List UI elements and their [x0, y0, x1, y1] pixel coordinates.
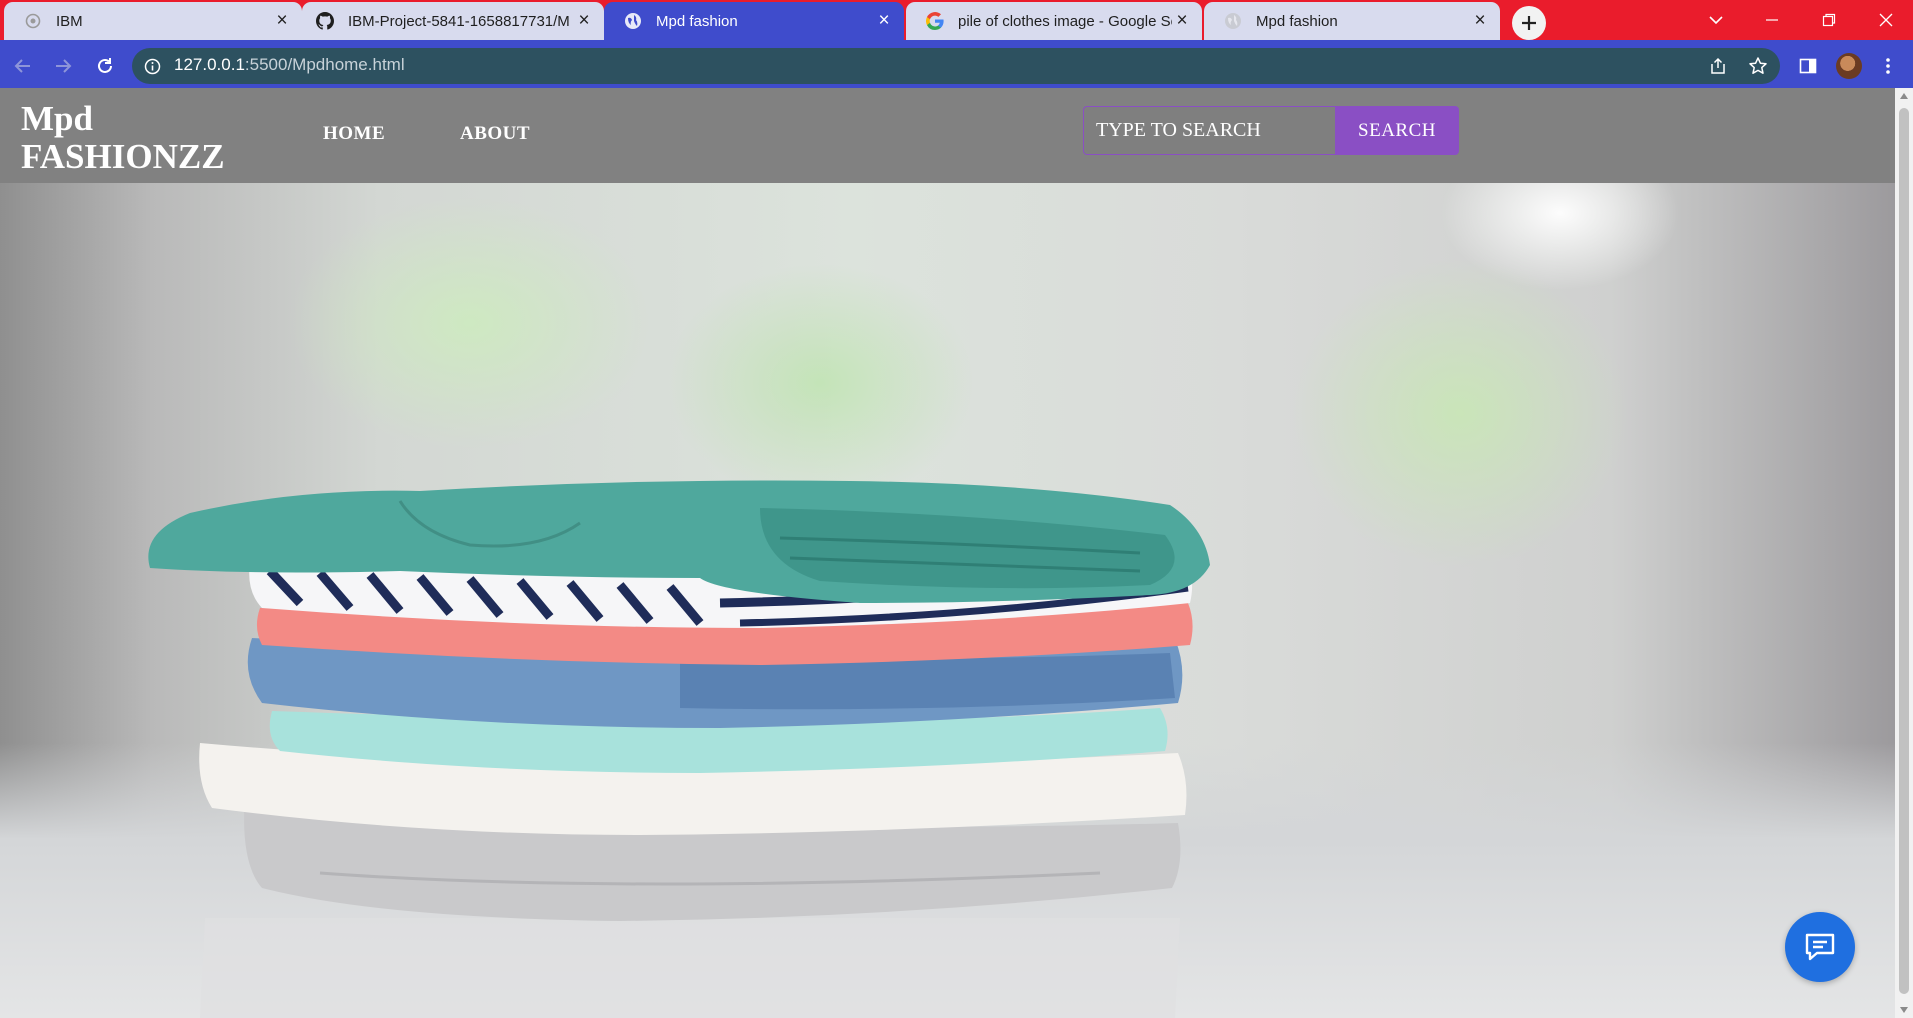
restore-icon: [1822, 13, 1836, 27]
tab-github[interactable]: IBM-Project-5841-1658817731/M ×: [302, 2, 604, 40]
reload-button[interactable]: [91, 52, 119, 80]
scroll-thumb[interactable]: [1899, 108, 1909, 994]
globe-icon: [1224, 12, 1242, 30]
globe-icon: [624, 12, 642, 30]
site-logo[interactable]: Mpd FASHIONZZ: [21, 100, 225, 176]
close-tab-icon[interactable]: ×: [574, 10, 594, 31]
tab-ibm[interactable]: IBM ×: [4, 2, 302, 40]
tab-mpd-fashion[interactable]: Mpd fashion ×: [1204, 2, 1500, 40]
tab-search-button[interactable]: [1696, 6, 1736, 34]
info-icon[interactable]: [142, 56, 162, 76]
close-tab-icon[interactable]: ×: [1172, 10, 1192, 31]
site-header: Mpd FASHIONZZ HOME ABOUT SEARCH: [0, 88, 1895, 183]
nav-home-link[interactable]: HOME: [323, 123, 385, 145]
bookmark-star-icon[interactable]: [1746, 54, 1770, 78]
tab-title: Mpd fashion: [1256, 12, 1338, 30]
plus-icon: [1522, 16, 1536, 30]
web-page: Mpd FASHIONZZ HOME ABOUT SEARCH: [0, 88, 1895, 1018]
kebab-menu-icon[interactable]: [1876, 54, 1900, 78]
nav-about-link[interactable]: ABOUT: [460, 123, 530, 145]
tab-title: IBM: [56, 12, 83, 30]
browser-tab-strip: IBM × IBM-Project-5841-1658817731/M × Mp…: [0, 0, 1913, 40]
back-button[interactable]: [9, 52, 37, 80]
tab-title: pile of clothes image - Google Se: [958, 12, 1172, 30]
reload-icon: [98, 58, 112, 73]
close-tab-icon[interactable]: ×: [272, 10, 292, 31]
tab-title: Mpd fashion: [656, 12, 738, 30]
url-text[interactable]: 127.0.0.1:5500/Mpdhome.html: [174, 55, 405, 75]
page-scrollbar[interactable]: [1895, 88, 1913, 1018]
chevron-down-icon: [1709, 16, 1723, 25]
close-tab-icon[interactable]: ×: [1470, 10, 1490, 31]
minimize-button[interactable]: [1752, 6, 1792, 34]
scroll-up-arrow-icon[interactable]: [1895, 88, 1913, 104]
ibm-icon: [24, 12, 42, 30]
tab-mpd-fashion-active[interactable]: Mpd fashion ×: [604, 2, 904, 40]
tab-title: IBM-Project-5841-1658817731/M: [348, 12, 570, 30]
chat-button[interactable]: [1785, 912, 1855, 982]
close-window-button[interactable]: [1866, 6, 1906, 34]
share-icon[interactable]: [1706, 54, 1730, 78]
url-path: :5500/Mpdhome.html: [244, 55, 405, 74]
restore-button[interactable]: [1809, 6, 1849, 34]
logo-line-1: Mpd: [21, 99, 93, 138]
url-host: 127.0.0.1: [174, 55, 245, 74]
minimize-icon: [1766, 19, 1778, 21]
hero-banner: [0, 183, 1895, 1018]
close-icon: [1879, 13, 1893, 27]
profile-avatar[interactable]: [1836, 53, 1862, 79]
chat-icon: [1805, 933, 1835, 961]
google-icon: [926, 12, 944, 30]
folded-clothes-image: [148, 480, 1210, 1018]
search-input[interactable]: [1083, 106, 1335, 155]
arrow-right-icon: [56, 59, 72, 73]
logo-line-2: FASHIONZZ: [21, 137, 225, 176]
tab-google-search[interactable]: pile of clothes image - Google Se ×: [906, 2, 1202, 40]
new-tab-button[interactable]: [1512, 6, 1546, 40]
forward-button[interactable]: [49, 52, 77, 80]
scroll-down-arrow-icon[interactable]: [1895, 1002, 1913, 1018]
search-button[interactable]: SEARCH: [1335, 106, 1459, 155]
arrow-left-icon: [14, 59, 30, 73]
github-icon: [316, 12, 334, 30]
close-tab-icon[interactable]: ×: [874, 10, 894, 31]
side-panel-icon[interactable]: [1796, 54, 1820, 78]
